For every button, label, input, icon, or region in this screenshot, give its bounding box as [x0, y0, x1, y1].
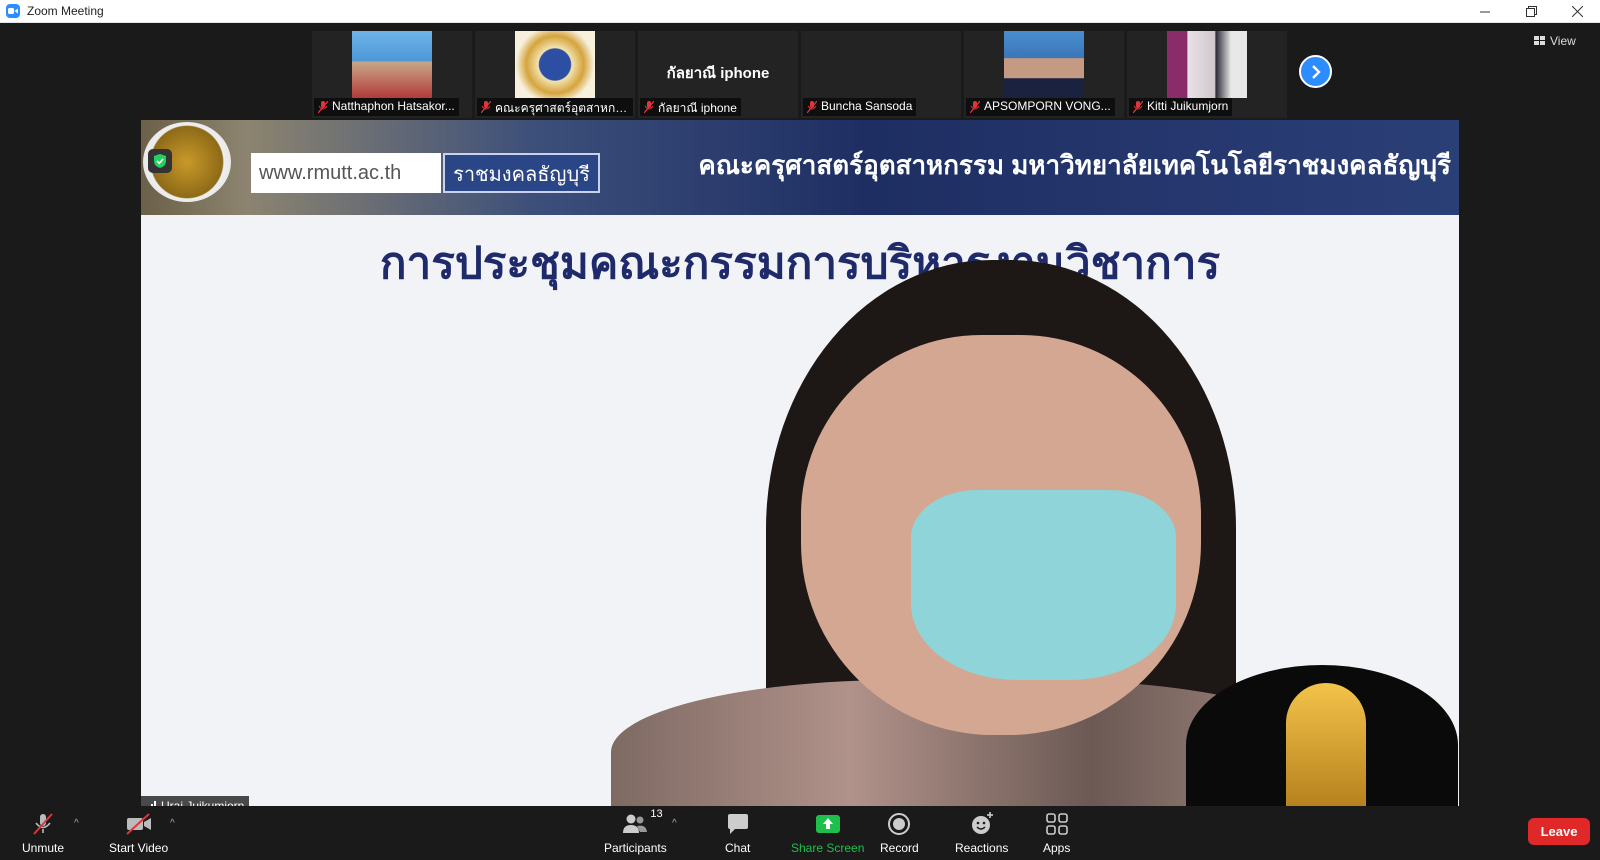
- banner-faculty-name: คณะครุศาสตร์อุตสาหกรรม มหาวิทยาลัยเทคโนโ…: [698, 150, 1451, 180]
- reactions-label: Reactions: [955, 841, 1009, 855]
- slide-title: การประชุมคณะกรรมการบริหารงานวิชาการ: [379, 239, 1221, 288]
- record-icon: [888, 813, 911, 835]
- muted-mic-icon: [1133, 101, 1143, 113]
- participants-icon: [623, 814, 648, 833]
- share-screen-button[interactable]: Share Screen: [791, 812, 864, 855]
- unmute-label: Unmute: [22, 841, 65, 855]
- muted-mic-icon: [318, 101, 328, 113]
- leave-button[interactable]: Leave: [1528, 818, 1590, 845]
- participant-display-name: กัลยาณี iphone: [666, 65, 770, 82]
- record-label: Record: [880, 841, 919, 855]
- participant-name-label: APSOMPORN VONG...: [966, 98, 1115, 116]
- meeting-stage: Natthaphon Hatsakor... คณะครุศาสตร์อุตสา…: [0, 23, 1600, 816]
- chat-button[interactable]: Chat: [725, 812, 750, 855]
- participant-photo: [1167, 31, 1247, 98]
- view-button-label: View: [1550, 34, 1576, 48]
- apps-button[interactable]: Apps: [1043, 812, 1070, 855]
- chevron-right-icon: [1311, 64, 1321, 79]
- video-options-caret-icon[interactable]: ^: [170, 818, 175, 829]
- slide-banner: www.rmutt.ac.th ราชมงคลธัญบุรี คณะครุศาส…: [141, 120, 1459, 215]
- participants-count: 13: [650, 808, 663, 820]
- participant-photo: [352, 31, 432, 98]
- close-button[interactable]: [1554, 0, 1600, 23]
- chat-icon: [727, 814, 748, 834]
- participant-tile[interactable]: Kitti Juikumjorn: [1127, 31, 1287, 118]
- reactions-button[interactable]: Reactions: [955, 812, 1008, 855]
- banner-url: www.rmutt.ac.th: [251, 153, 441, 193]
- speaker-face-mask: [911, 490, 1176, 680]
- participant-name-label: Kitti Juikumjorn: [1129, 98, 1233, 116]
- banner-url-thai: ราชมงคลธัญบุรี: [443, 153, 600, 193]
- participants-button[interactable]: 13 Participants: [604, 808, 667, 855]
- restore-button[interactable]: [1508, 0, 1554, 23]
- participant-strip: Natthaphon Hatsakor... คณะครุศาสตร์อุตสา…: [312, 31, 1287, 118]
- encryption-shield-icon[interactable]: [148, 149, 172, 173]
- participant-photo: [515, 31, 595, 98]
- participant-tile[interactable]: คณะครุศาสตร์อุตสาหกรร...: [475, 31, 635, 118]
- minimize-button[interactable]: [1462, 0, 1508, 23]
- muted-mic-icon: [644, 101, 654, 113]
- participant-tile[interactable]: Buncha Sansoda: [801, 31, 961, 118]
- participant-name-label: คณะครุศาสตร์อุตสาหกรร...: [477, 98, 633, 116]
- grid-icon: [1534, 36, 1545, 45]
- start-video-label: Start Video: [109, 841, 169, 855]
- apps-label: Apps: [1043, 841, 1071, 855]
- chat-label: Chat: [725, 841, 751, 855]
- muted-mic-icon: [33, 813, 53, 835]
- active-speaker-video[interactable]: www.rmutt.ac.th ราชมงคลธัญบุรี คณะครุศาส…: [141, 120, 1459, 806]
- muted-mic-icon: [970, 101, 980, 113]
- window-title: Zoom Meeting: [27, 4, 104, 18]
- window-titlebar: Zoom Meeting: [0, 0, 1600, 23]
- zoom-logo-icon: [6, 4, 20, 18]
- muted-mic-icon: [807, 101, 817, 113]
- participants-label: Participants: [604, 841, 667, 855]
- video-off-icon: [125, 813, 151, 835]
- participant-photo: [1004, 31, 1084, 98]
- participant-tile[interactable]: APSOMPORN VONG...: [964, 31, 1124, 118]
- muted-mic-icon: [481, 101, 491, 113]
- participant-name-label: Natthaphon Hatsakor...: [314, 98, 459, 116]
- audio-options-caret-icon[interactable]: ^: [74, 818, 79, 829]
- participant-name-label: กัลยาณี iphone: [640, 98, 741, 116]
- share-screen-icon: [815, 815, 840, 833]
- leave-label: Leave: [1540, 824, 1578, 839]
- participant-name-label: Buncha Sansoda: [803, 98, 917, 116]
- record-button[interactable]: Record: [880, 812, 919, 855]
- reactions-icon: [971, 812, 993, 834]
- start-video-button[interactable]: Start Video: [109, 812, 168, 855]
- participants-options-caret-icon[interactable]: ^: [672, 818, 677, 829]
- gold-ornament-shape: [1286, 683, 1366, 806]
- view-button[interactable]: View: [1534, 34, 1576, 48]
- participant-tile[interactable]: Natthaphon Hatsakor...: [312, 31, 472, 118]
- meeting-toolbar: Unmute ^ Start Video ^ 13 Participants ^…: [0, 806, 1600, 860]
- unmute-button[interactable]: Unmute: [22, 812, 64, 855]
- next-page-button[interactable]: [1299, 55, 1332, 88]
- participant-tile[interactable]: กัลยาณี iphone กัลยาณี iphone: [638, 31, 798, 118]
- share-screen-label: Share Screen: [791, 841, 865, 855]
- apps-icon: [1045, 813, 1068, 835]
